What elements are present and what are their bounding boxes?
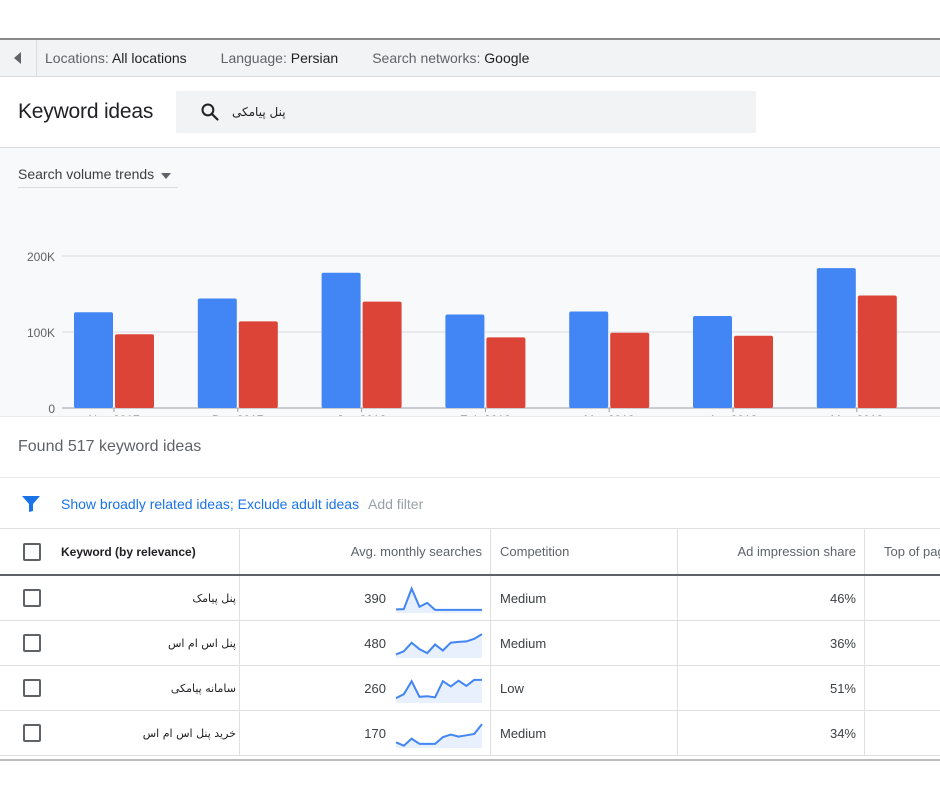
row-checkbox[interactable] — [23, 589, 41, 607]
keyword-cell: خرید پنل اس ام اس — [142, 726, 236, 740]
bar-red[interactable] — [238, 321, 278, 408]
ad-impression-share-cell: 36% — [829, 635, 856, 651]
select-all-checkbox[interactable] — [23, 542, 41, 561]
column-divider — [490, 576, 491, 620]
page-header: Keyword ideas — [0, 77, 940, 148]
back-button[interactable] — [0, 40, 37, 76]
column-divider — [864, 711, 865, 755]
networks-setting[interactable]: Search networks: Google — [372, 50, 529, 66]
bar-blue[interactable] — [74, 312, 113, 408]
summary-divider — [0, 477, 940, 478]
column-divider — [864, 529, 865, 574]
column-divider — [490, 711, 491, 755]
competition-cell: Medium — [500, 725, 547, 741]
bar-blue[interactable] — [569, 311, 609, 408]
column-divider — [864, 621, 865, 665]
avg-searches-cell: 390 — [364, 590, 386, 606]
search-volume-bar-chart: 0100K200KNov 2017Dec 2017Jan 2018Feb 201… — [27, 250, 940, 416]
table-row[interactable]: پنل اس ام اس 480 Medium 36% — [0, 621, 940, 666]
trend-sparkline — [395, 678, 482, 703]
sparkline-area — [396, 724, 482, 748]
bar-red[interactable] — [610, 332, 650, 408]
table-header-row: Keyword (by relevance) Avg. monthly sear… — [0, 528, 940, 576]
ad-impression-share-cell: 46% — [829, 590, 856, 606]
header-ad-impression-share[interactable]: Ad impression share — [678, 529, 857, 574]
bar-blue[interactable] — [197, 298, 237, 408]
keyword-cell: پنل اس ام اس — [167, 636, 236, 650]
results-summary: Found 517 keyword ideas — [18, 438, 202, 455]
row-checkbox[interactable] — [23, 634, 41, 652]
bar-red[interactable] — [362, 301, 402, 408]
y-tick-label: 0 — [48, 402, 55, 416]
targeting-bar: Locations: All locations Language: Persi… — [0, 40, 940, 77]
bar-blue[interactable] — [816, 268, 856, 408]
bar-red[interactable] — [486, 337, 526, 408]
competition-cell: Low — [500, 680, 524, 696]
header-keyword[interactable]: Keyword (by relevance) — [61, 529, 236, 574]
page-title: Keyword ideas — [18, 100, 154, 123]
table-row[interactable]: پنل پیامک 390 Medium 46% — [0, 576, 940, 621]
ad-impression-share-cell: 34% — [829, 725, 856, 741]
column-divider — [490, 666, 491, 710]
table-row[interactable]: خرید پنل اس ام اس 170 Medium 34% — [0, 711, 940, 756]
table-body: پنل پیامک 390 Medium 46% پنل اس ام اس 480 Medi… — [0, 576, 940, 756]
app-frame: Locations: All locations Language: Persi… — [0, 38, 940, 761]
bar-red[interactable] — [115, 334, 154, 408]
trend-sparkline — [395, 585, 482, 613]
table-row[interactable]: سامانه پیامکی 260 Low 51% — [0, 666, 940, 711]
keyword-search-box[interactable] — [176, 91, 756, 133]
chart-divider — [0, 416, 940, 417]
dropdown-label: Search volume trends — [18, 166, 155, 182]
bar-blue[interactable] — [321, 272, 361, 408]
column-divider — [490, 529, 491, 574]
row-checkbox[interactable] — [23, 724, 41, 742]
competition-cell: Medium — [500, 590, 547, 606]
avg-searches-cell: 480 — [364, 635, 386, 651]
keyword-search-input[interactable] — [232, 102, 632, 122]
keyword-cell: سامانه پیامکی — [170, 681, 236, 695]
column-divider — [864, 666, 865, 710]
language-setting[interactable]: Language: Persian — [221, 50, 339, 66]
add-filter-button[interactable]: Add filter — [368, 496, 423, 512]
column-divider — [490, 621, 491, 665]
bar-blue[interactable] — [693, 316, 732, 408]
avg-searches-cell: 170 — [364, 725, 386, 741]
header-avg-searches[interactable]: Avg. monthly searches — [240, 529, 482, 574]
search-icon — [201, 103, 219, 121]
trend-sparkline — [395, 633, 483, 658]
locations-setting[interactable]: Locations: All locations — [45, 50, 187, 66]
trend-sparkline — [395, 723, 483, 748]
competition-cell: Medium — [500, 635, 547, 651]
row-checkbox[interactable] — [23, 679, 41, 697]
keyword-cell: پنل پیامک — [192, 591, 236, 605]
search-volume-chart-area: 0100K200KNov 2017Dec 2017Jan 2018Feb 201… — [0, 148, 940, 416]
header-competition[interactable]: Competition — [500, 529, 670, 574]
avg-searches-cell: 260 — [364, 680, 386, 696]
filter-icon[interactable] — [21, 495, 41, 513]
y-tick-label: 100K — [27, 326, 55, 340]
column-divider — [864, 576, 865, 620]
caret-down-icon — [161, 173, 171, 179]
header-top-of-page-bid[interactable]: Top of page bid (low range) — [884, 529, 940, 574]
search-volume-trends-dropdown[interactable]: Search volume trends — [18, 161, 178, 188]
filter-chip-link[interactable]: Show broadly related ideas; Exclude adul… — [61, 496, 359, 512]
y-tick-label: 200K — [27, 250, 55, 264]
keyword-ideas-table: Keyword (by relevance) Avg. monthly sear… — [0, 528, 940, 756]
bar-red[interactable] — [734, 335, 773, 408]
chevron-left-icon — [14, 52, 21, 64]
ad-impression-share-cell: 51% — [829, 680, 856, 696]
bar-blue[interactable] — [445, 314, 485, 408]
bar-red[interactable] — [857, 295, 897, 408]
